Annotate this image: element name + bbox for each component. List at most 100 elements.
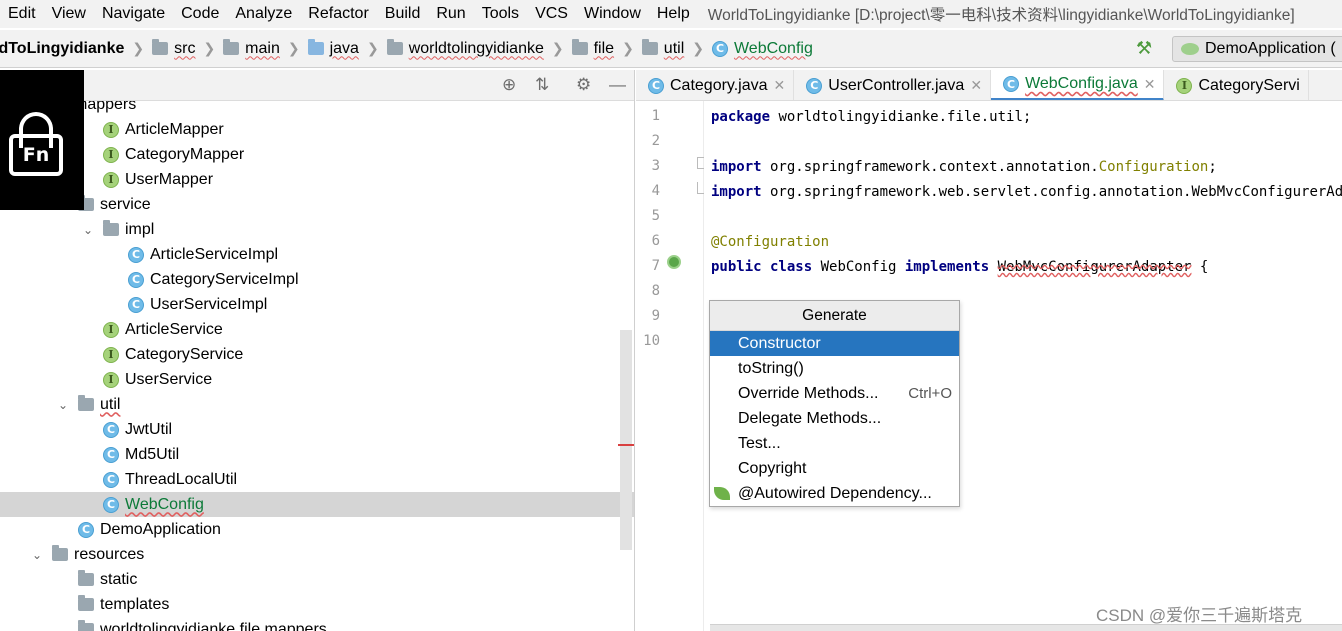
menu-item-refactor[interactable]: Refactor <box>300 5 376 23</box>
close-icon[interactable]: ✕ <box>970 77 982 94</box>
breadcrumb-item[interactable]: ldToLingyidianke <box>0 40 124 58</box>
line-number: 7 <box>651 258 660 274</box>
gear-icon[interactable]: ⚙ <box>576 75 591 95</box>
code-line[interactable]: @Configuration <box>711 230 829 255</box>
panel-splitter[interactable] <box>634 70 635 631</box>
menu-item-analyze[interactable]: Analyze <box>227 5 300 23</box>
tree-scrollbar[interactable] <box>620 330 632 550</box>
breadcrumb-item[interactable]: worldtolingyidianke <box>386 39 544 58</box>
generate-menu-item[interactable]: Test... <box>710 431 959 456</box>
class-icon: C <box>103 496 119 513</box>
generate-menu-item[interactable]: Copyright <box>710 456 959 481</box>
folder-icon <box>307 39 324 55</box>
menu-item-help[interactable]: Help <box>649 5 698 23</box>
tree-item[interactable]: templates <box>0 592 635 617</box>
expand-chevron-icon[interactable]: ⌄ <box>81 223 95 237</box>
tree-item[interactable]: mappers <box>0 101 635 117</box>
collapse-all-icon[interactable]: ⇅ <box>535 75 549 95</box>
code-line[interactable]: import org.springframework.context.annot… <box>711 155 1217 180</box>
generate-menu-item[interactable]: toString() <box>710 356 959 381</box>
build-hammer-icon[interactable]: ⚒ <box>1136 38 1158 60</box>
breadcrumb-item[interactable]: file <box>571 39 615 58</box>
breadcrumb-item[interactable]: java <box>307 39 359 58</box>
generate-menu-item[interactable]: Delegate Methods... <box>710 406 959 431</box>
generate-menu-item-label: Override Methods... <box>738 385 879 402</box>
close-icon[interactable]: ✕ <box>774 77 786 94</box>
menu-item-code[interactable]: Code <box>173 5 227 23</box>
tree-item[interactable]: ⌄ util <box>0 392 635 417</box>
tree-item[interactable]: C CategoryServiceImpl <box>0 267 635 292</box>
generate-popup: Generate Constructor toString() Override M… <box>709 300 960 507</box>
tree-item[interactable]: I UserMapper <box>0 167 635 192</box>
tree-item[interactable]: C ThreadLocalUtil <box>0 467 635 492</box>
close-icon[interactable]: ✕ <box>1144 76 1156 93</box>
tree-item[interactable]: I ArticleService <box>0 317 635 342</box>
spring-bean-gutter-icon[interactable] <box>667 255 681 269</box>
tree-item[interactable]: C JwtUtil <box>0 417 635 442</box>
tree-item[interactable]: C Md5Util <box>0 442 635 467</box>
menu-item-vcs[interactable]: VCS <box>527 5 576 23</box>
menu-item-edit[interactable]: Edit <box>0 5 44 23</box>
class-icon: C <box>806 77 823 94</box>
interface-icon: I <box>103 346 119 363</box>
editor-tab[interactable]: I CategoryServi <box>1164 70 1309 100</box>
class-icon: C <box>711 40 728 57</box>
class-icon: C <box>128 246 144 263</box>
generate-menu-item-label: @Autowired Dependency... <box>738 485 932 502</box>
breadcrumb-label: WebConfig <box>733 39 813 57</box>
class-icon: C <box>103 471 119 488</box>
menu-item-run[interactable]: Run <box>428 5 473 23</box>
breadcrumb-label: src <box>174 39 196 57</box>
editor-tab[interactable]: C UserController.java ✕ <box>794 70 992 100</box>
tree-item[interactable]: ⌄service <box>0 192 635 217</box>
editor-tab-label: Category.java <box>670 76 768 94</box>
breadcrumb-item[interactable]: src <box>152 39 196 58</box>
menu-item-window[interactable]: Window <box>576 5 649 23</box>
tree-item[interactable]: I UserService <box>0 367 635 392</box>
hide-panel-icon[interactable]: — <box>609 75 626 95</box>
menu-item-view[interactable]: View <box>44 5 94 23</box>
breadcrumb-item[interactable]: main <box>223 39 280 58</box>
tree-item[interactable]: static <box>0 567 635 592</box>
expand-chevron-icon[interactable]: ⌄ <box>30 548 44 562</box>
tree-item-label: static <box>100 570 138 588</box>
breadcrumb-item[interactable]: C WebConfig <box>711 39 813 58</box>
tree-item-label: DemoApplication <box>100 520 221 538</box>
breadcrumb-separator-icon: ❯ <box>132 40 145 56</box>
folder-icon <box>78 570 94 586</box>
editor-tab[interactable]: C WebConfig.java ✕ <box>991 70 1165 100</box>
code-line[interactable]: public class WebConfig implements WebMvc… <box>711 255 1208 280</box>
run-configuration-select[interactable]: DemoApplication ( <box>1172 36 1342 62</box>
tree-item[interactable]: C ArticleServiceImpl <box>0 242 635 267</box>
tree-item[interactable]: I CategoryService <box>0 342 635 367</box>
class-icon: C <box>1003 76 1020 92</box>
generate-menu-item[interactable]: @Autowired Dependency... <box>710 481 959 506</box>
breadcrumb-label: file <box>593 39 615 57</box>
tree-item[interactable]: C WebConfig <box>0 492 635 517</box>
menu-item-navigate[interactable]: Navigate <box>94 5 173 23</box>
editor-gutter: 1 2 3 4 5 6 7 8 9 10 <box>636 101 704 631</box>
folder-icon <box>571 39 588 55</box>
tree-item[interactable]: C DemoApplication <box>0 517 635 542</box>
menu-item-build[interactable]: Build <box>377 5 429 23</box>
interface-icon: I <box>103 146 119 163</box>
breadcrumb-item[interactable]: util <box>641 39 684 58</box>
code-line[interactable]: package worldtolingyidianke.file.util; <box>711 105 1031 130</box>
editor-tab[interactable]: C Category.java ✕ <box>636 70 795 100</box>
tree-item[interactable]: ⌄ resources <box>0 542 635 567</box>
tree-item-label: UserService <box>125 370 213 388</box>
generate-menu-item[interactable]: Override Methods... Ctrl+O <box>710 381 959 406</box>
locate-target-icon[interactable]: ⊕ <box>502 75 516 95</box>
tree-item[interactable]: I CategoryMapper <box>0 142 635 167</box>
line-number: 8 <box>651 283 660 299</box>
tree-item[interactable]: C UserServiceImpl <box>0 292 635 317</box>
tree-item[interactable]: worldtolingyidianke.file.mappers <box>0 617 635 631</box>
generate-menu-item[interactable]: Constructor <box>710 331 959 356</box>
tree-item-label: service <box>100 195 151 213</box>
breadcrumb-label: main <box>245 39 280 57</box>
menu-item-tools[interactable]: Tools <box>474 5 527 23</box>
code-line[interactable]: import org.springframework.web.servlet.c… <box>711 180 1342 205</box>
tree-item[interactable]: I ArticleMapper <box>0 117 635 142</box>
expand-chevron-icon[interactable]: ⌄ <box>56 398 70 412</box>
tree-item[interactable]: ⌄ impl <box>0 217 635 242</box>
